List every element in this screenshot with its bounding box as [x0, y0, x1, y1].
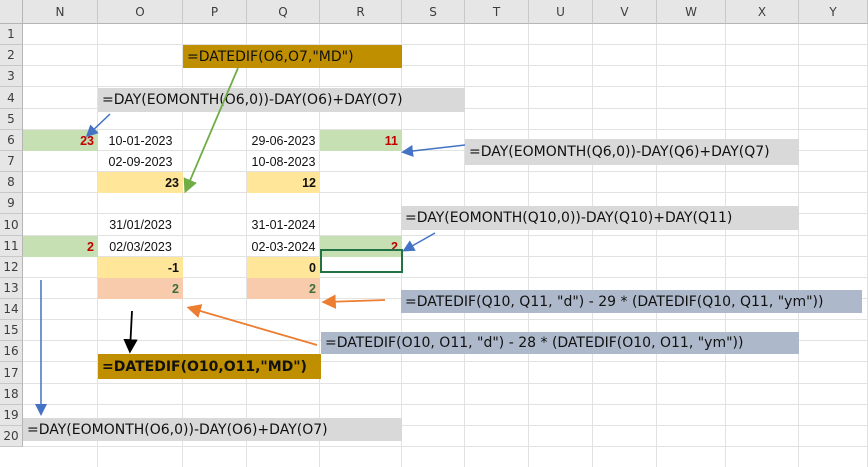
- arrow-p2-to-o8: [183, 67, 239, 194]
- arrow-o13-to-o16: [123, 310, 138, 354]
- arrow-s13-to-q13: [321, 294, 386, 309]
- arrow-s9-to-r11: [402, 232, 436, 252]
- arrow-s6-to-r6: [401, 144, 466, 157]
- arrow-o4-to-n6: [85, 113, 111, 138]
- arrow-r15-to-o13: [186, 304, 318, 346]
- annotation-arrows: [35, 67, 466, 416]
